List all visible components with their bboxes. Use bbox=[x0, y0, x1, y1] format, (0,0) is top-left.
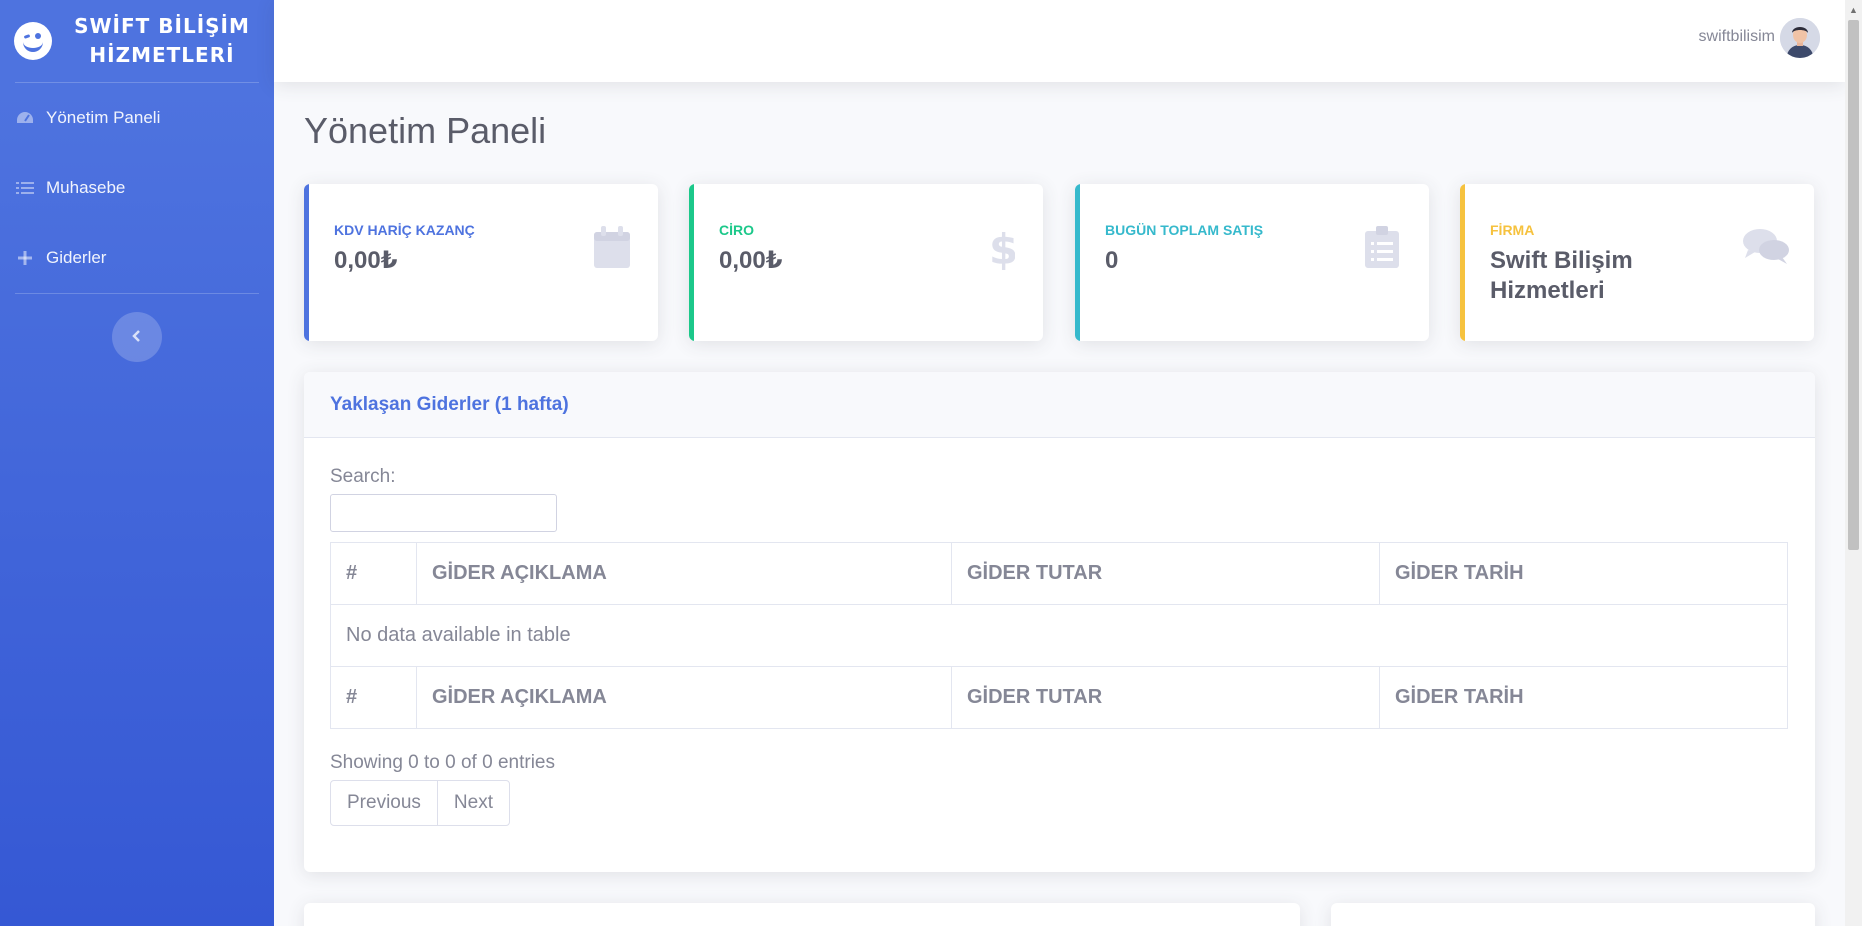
upcoming-expenses-panel: Yaklaşan Giderler (1 hafta) Search: # Gİ… bbox=[304, 372, 1815, 872]
page-scrollbar[interactable]: ▲ bbox=[1845, 0, 1862, 926]
card-accent-bar bbox=[304, 184, 309, 341]
card-value: 0,00₺ bbox=[719, 247, 783, 274]
table-row: No data available in table bbox=[330, 604, 1788, 667]
brand-name: SWİFT BİLİŞİM HİZMETLERİ bbox=[62, 12, 262, 70]
wink-smiley-icon bbox=[14, 22, 52, 60]
brand-line-2: HİZMETLERİ bbox=[89, 43, 235, 67]
search-input[interactable] bbox=[330, 494, 557, 532]
card-value: Swift Bilişim Hizmetleri bbox=[1490, 247, 1633, 304]
svg-text:$: $ bbox=[989, 226, 1015, 270]
calendar-icon bbox=[594, 226, 634, 270]
card-ciro: CİRO 0,00₺ $ bbox=[689, 184, 1043, 341]
empty-message: No data available in table bbox=[330, 604, 1788, 667]
sidebar-item-label: Yönetim Paneli bbox=[46, 108, 161, 127]
plus-icon bbox=[16, 249, 34, 267]
bottom-panel-right bbox=[1331, 903, 1815, 926]
table-header-row: # GİDER AÇIKLAMA GİDER TUTAR GİDER TARİH bbox=[330, 542, 1788, 605]
card-label: BUGÜN TOPLAM SATIŞ bbox=[1105, 222, 1264, 238]
panel-title: Yaklaşan Giderler (1 hafta) bbox=[330, 393, 569, 415]
table-footer-row: # GİDER AÇIKLAMA GİDER TUTAR GİDER TARİH bbox=[330, 666, 1788, 729]
scrollbar-thumb[interactable] bbox=[1848, 20, 1859, 550]
sidebar: SWİFT BİLİŞİM HİZMETLERİ Yönetim Paneli … bbox=[0, 0, 274, 926]
topbar: swiftbilisim bbox=[274, 0, 1845, 82]
previous-button[interactable]: Previous bbox=[331, 781, 437, 825]
list-icon bbox=[16, 179, 34, 197]
user-name[interactable]: swiftbilisim bbox=[1699, 28, 1775, 46]
dollar-icon: $ bbox=[979, 225, 1019, 274]
card-label: KDV HARİÇ KAZANÇ bbox=[334, 222, 475, 238]
table-info: Showing 0 to 0 of 0 entries bbox=[330, 752, 555, 773]
pagination: Previous Next bbox=[330, 780, 510, 826]
column-footer-amount: GİDER TUTAR bbox=[951, 666, 1380, 729]
card-firma: FİRMA Swift Bilişim Hizmetleri bbox=[1460, 184, 1814, 341]
sidebar-toggle-button[interactable] bbox=[112, 312, 162, 362]
sidebar-item-giderler[interactable]: Giderler bbox=[0, 223, 274, 293]
brand[interactable]: SWİFT BİLİŞİM HİZMETLERİ bbox=[0, 0, 274, 82]
sidebar-item-muhasebe[interactable]: Muhasebe bbox=[0, 153, 274, 223]
bottom-panel-left bbox=[304, 903, 1300, 926]
column-header-number[interactable]: # bbox=[330, 542, 417, 605]
sidebar-item-yonetim-paneli[interactable]: Yönetim Paneli bbox=[0, 83, 274, 153]
column-footer-date: GİDER TARİH bbox=[1379, 666, 1788, 729]
clipboard-list-icon bbox=[1365, 226, 1405, 270]
column-footer-description: GİDER AÇIKLAMA bbox=[416, 666, 952, 729]
card-accent-bar bbox=[1460, 184, 1465, 341]
card-label: FİRMA bbox=[1490, 222, 1535, 238]
scroll-up-arrow-icon[interactable]: ▲ bbox=[1849, 5, 1858, 15]
card-kdv-haric-kazanc: KDV HARİÇ KAZANÇ 0,00₺ bbox=[304, 184, 658, 341]
card-label: CİRO bbox=[719, 222, 754, 238]
sidebar-item-label: Giderler bbox=[46, 248, 107, 267]
expenses-table: # GİDER AÇIKLAMA GİDER TUTAR GİDER TARİH… bbox=[330, 542, 1788, 729]
card-value: 0 bbox=[1105, 247, 1119, 274]
card-accent-bar bbox=[689, 184, 694, 341]
column-header-date[interactable]: GİDER TARİH bbox=[1379, 542, 1788, 605]
brand-line-1: SWİFT BİLİŞİM bbox=[74, 14, 250, 38]
panel-header: Yaklaşan Giderler (1 hafta) bbox=[304, 372, 1815, 438]
user-avatar-icon[interactable] bbox=[1780, 18, 1820, 58]
card-accent-bar bbox=[1075, 184, 1080, 341]
sidebar-divider bbox=[15, 293, 259, 294]
column-header-description[interactable]: GİDER AÇIKLAMA bbox=[416, 542, 952, 605]
tachometer-icon bbox=[16, 109, 34, 127]
sidebar-item-label: Muhasebe bbox=[46, 178, 126, 197]
page-title: Yönetim Paneli bbox=[304, 110, 547, 151]
card-bugun-toplam-satis: BUGÜN TOPLAM SATIŞ 0 bbox=[1075, 184, 1429, 341]
next-button[interactable]: Next bbox=[436, 781, 509, 825]
card-value: 0,00₺ bbox=[334, 247, 398, 274]
column-header-amount[interactable]: GİDER TUTAR bbox=[951, 542, 1380, 605]
comments-icon bbox=[1742, 226, 1790, 270]
column-footer-number: # bbox=[330, 666, 417, 729]
search-label: Search: bbox=[330, 466, 396, 487]
chevron-left-icon bbox=[131, 326, 143, 349]
